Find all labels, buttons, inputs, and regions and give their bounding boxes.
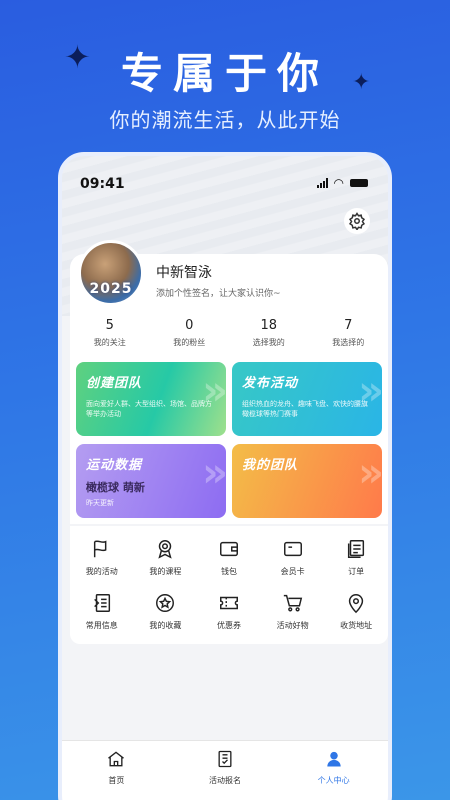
menu-label: 我的课程 bbox=[149, 567, 182, 576]
tab-label: 活动报名 bbox=[209, 776, 241, 785]
menu-coupons[interactable]: 优惠券 bbox=[197, 592, 261, 631]
stat-value: 0 bbox=[185, 318, 194, 333]
create-team-tile[interactable]: » 创建团队 面向爱好人群、大型组织、场馆、品牌方等举办活动 bbox=[76, 362, 226, 436]
tile-update-time: 昨天更新 bbox=[86, 499, 114, 507]
settings-gear-icon[interactable] bbox=[344, 208, 370, 234]
stat-label: 我的粉丝 bbox=[173, 338, 206, 347]
menu-common-info[interactable]: 常用信息 bbox=[70, 592, 134, 631]
menu-grid: 我的活动 我的课程 钱包 会员卡 订单 常用信息 我的收藏 优惠券 活动好物 收… bbox=[70, 526, 388, 644]
tab-activity-signup[interactable]: 活动报名 bbox=[171, 749, 280, 800]
tab-label: 个人中心 bbox=[317, 776, 350, 785]
tab-home[interactable]: 首页 bbox=[62, 749, 171, 800]
chevron-decoration-icon: » bbox=[202, 450, 226, 496]
tab-label: 首页 bbox=[108, 776, 125, 785]
profile-card: 2025 中新智泳 添加个性签名，让大家认识你~ 5 我的关注 0 我的粉丝 1… bbox=[70, 240, 388, 362]
stat-label: 选择我的 bbox=[252, 338, 285, 347]
star-icon bbox=[156, 594, 175, 612]
tile-title: 运动数据 bbox=[86, 458, 143, 473]
tile-title: 我的团队 bbox=[242, 458, 299, 473]
publish-activity-tile[interactable]: » 发布活动 组织热血的龙舟、趣味飞盘、欢快的腰旗橄榄球等热门赛事 bbox=[232, 362, 382, 436]
battery-icon bbox=[350, 179, 368, 187]
profile-signature[interactable]: 添加个性签名，让大家认识你~ bbox=[156, 286, 281, 299]
home-icon bbox=[108, 751, 125, 767]
stat-chose-me[interactable]: 18 选择我的 bbox=[229, 318, 309, 348]
promo-headline: 专属于你 bbox=[120, 49, 329, 98]
menu-member-card[interactable]: 会员卡 bbox=[261, 538, 325, 577]
cart-icon bbox=[283, 594, 302, 612]
tile-description: 面向爱好人群、大型组织、场馆、品牌方等举办活动 bbox=[86, 400, 212, 418]
menu-shipping-address[interactable]: 收货地址 bbox=[324, 592, 388, 631]
feature-tiles: » 创建团队 面向爱好人群、大型组织、场馆、品牌方等举办活动 » 发布活动 组织… bbox=[70, 362, 388, 524]
stat-value: 18 bbox=[260, 318, 278, 333]
order-icon bbox=[348, 540, 365, 558]
menu-my-courses[interactable]: 我的课程 bbox=[134, 538, 198, 577]
status-time: 09:41 bbox=[80, 176, 125, 192]
tile-description: 组织热血的龙舟、趣味飞盘、欢快的腰旗橄榄球等热门赛事 bbox=[242, 400, 368, 418]
card-icon bbox=[283, 541, 302, 557]
signal-icon bbox=[316, 178, 328, 188]
my-team-tile[interactable]: » 我的团队 bbox=[232, 444, 382, 518]
promo-subline: 你的潮流生活，从此开始 bbox=[109, 108, 341, 132]
menu-label: 钱包 bbox=[220, 567, 237, 576]
info-icon bbox=[93, 594, 110, 612]
signup-icon bbox=[218, 750, 232, 768]
stats-row: 5 我的关注 0 我的粉丝 18 选择我的 7 我选择的 bbox=[70, 318, 388, 348]
medal-icon bbox=[158, 540, 173, 559]
menu-label: 优惠券 bbox=[216, 621, 241, 630]
phone-screen: 09:41 ◠ 2025 中新智泳 添加个性签名，让大家认识你~ 5 我的关注 … bbox=[58, 152, 392, 800]
location-icon bbox=[349, 594, 364, 614]
wallet-icon bbox=[220, 541, 238, 557]
tile-title: 发布活动 bbox=[242, 376, 299, 391]
stat-value: 5 bbox=[105, 318, 114, 333]
tile-title: 创建团队 bbox=[86, 376, 143, 391]
menu-label: 常用信息 bbox=[85, 621, 118, 630]
menu-label: 我的收藏 bbox=[149, 621, 182, 630]
menu-label: 活动好物 bbox=[276, 621, 309, 630]
menu-label: 会员卡 bbox=[280, 567, 305, 576]
stat-followers[interactable]: 0 我的粉丝 bbox=[150, 318, 230, 348]
profile-icon bbox=[327, 751, 341, 767]
stat-i-chose[interactable]: 7 我选择的 bbox=[309, 318, 389, 348]
status-icons: ◠ bbox=[316, 176, 368, 190]
flag-icon bbox=[93, 540, 107, 558]
wifi-icon: ◠ bbox=[333, 176, 344, 190]
menu-my-favorites[interactable]: 我的收藏 bbox=[134, 592, 198, 631]
menu-label: 订单 bbox=[348, 567, 365, 576]
chevron-decoration-icon: » bbox=[358, 450, 382, 496]
tile-highlight: 橄榄球 萌新 bbox=[86, 481, 145, 494]
stat-following[interactable]: 5 我的关注 bbox=[70, 318, 150, 348]
stat-value: 7 bbox=[344, 318, 353, 333]
profile-nickname[interactable]: 中新智泳 bbox=[156, 262, 212, 282]
sports-data-tile[interactable]: » 运动数据 橄榄球 萌新 昨天更新 bbox=[76, 444, 226, 518]
tab-profile[interactable]: 个人中心 bbox=[279, 749, 388, 800]
menu-orders[interactable]: 订单 bbox=[324, 538, 388, 577]
bottom-tab-bar: 首页 活动报名 个人中心 bbox=[62, 740, 388, 800]
coupon-icon bbox=[220, 596, 238, 610]
menu-wallet[interactable]: 钱包 bbox=[197, 538, 261, 577]
stat-label: 我选择的 bbox=[332, 338, 365, 347]
menu-label: 收货地址 bbox=[340, 621, 373, 630]
menu-activity-goods[interactable]: 活动好物 bbox=[261, 592, 325, 631]
stat-label: 我的关注 bbox=[93, 338, 126, 347]
menu-my-activities[interactable]: 我的活动 bbox=[70, 538, 134, 577]
status-bar: 09:41 ◠ bbox=[62, 176, 388, 196]
avatar-text: 2025 bbox=[89, 281, 133, 297]
avatar[interactable]: 2025 bbox=[78, 240, 144, 306]
menu-label: 我的活动 bbox=[85, 567, 118, 576]
